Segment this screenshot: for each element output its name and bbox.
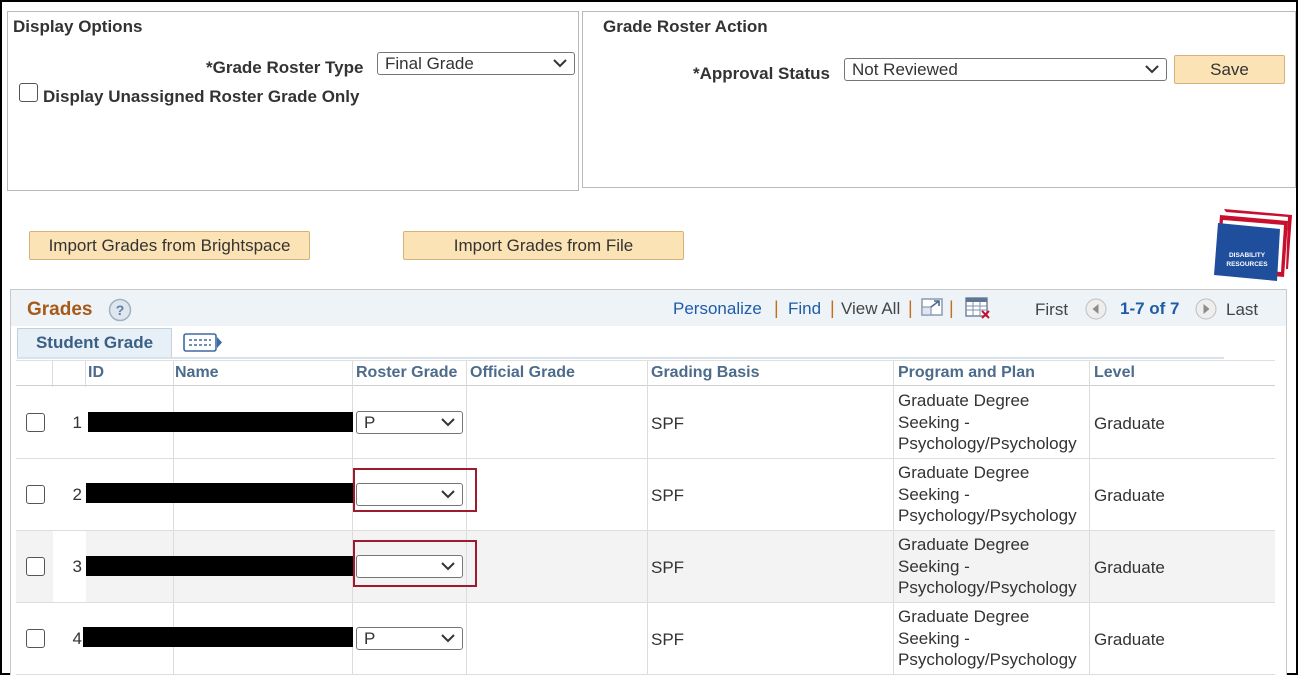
- tab-divider: [17, 357, 1224, 359]
- disability-resources-logo[interactable]: DISABILITY RESOURCES: [1214, 209, 1292, 283]
- row-number-cell: 4: [53, 603, 86, 674]
- first-label[interactable]: First: [1035, 300, 1068, 320]
- table-row: 2 SPF Graduate Degree Seeking - Psychology…: [16, 459, 1275, 531]
- tab-student-grade[interactable]: Student Grade: [17, 328, 172, 358]
- show-all-columns-icon[interactable]: [183, 333, 223, 353]
- chevron-down-icon: [441, 418, 455, 427]
- level: Graduate: [1094, 558, 1165, 577]
- row-select-checkbox[interactable]: [26, 485, 45, 504]
- roster-grade-value: P: [364, 413, 376, 432]
- zoom-icon[interactable]: [921, 298, 945, 318]
- approval-status-label: *Approval Status: [693, 64, 830, 83]
- grading-basis: SPF: [651, 486, 685, 505]
- program-plan: Graduate Degree Seeking - Psychology/Psych…: [898, 607, 1077, 669]
- grading-basis: SPF: [651, 630, 685, 649]
- row-select-checkbox[interactable]: [26, 413, 45, 432]
- redacted-id-name: [88, 412, 353, 432]
- redacted-id-name: [83, 627, 353, 647]
- view-all-link[interactable]: View All: [841, 299, 900, 319]
- find-link[interactable]: Find: [788, 299, 821, 319]
- grade-roster-type-select[interactable]: Final Grade: [377, 52, 575, 75]
- svg-text:?: ?: [116, 302, 125, 318]
- grade-roster-type-label: *Grade Roster Type: [206, 58, 364, 77]
- grades-title: Grades: [27, 299, 93, 320]
- unassigned-only-label: Display Unassigned Roster Grade Only: [43, 87, 360, 106]
- table-row: 1 P SPF Graduate Degree Seeking - Psycholo…: [16, 387, 1275, 459]
- toolbar-separator: |: [774, 298, 779, 318]
- row-number: 1: [72, 413, 82, 432]
- row-number-cell: 2: [53, 459, 86, 530]
- toolbar-separator: |: [908, 298, 913, 318]
- chevron-down-icon: [1145, 65, 1159, 74]
- row-select-checkbox[interactable]: [26, 557, 45, 576]
- row-number: 2: [72, 485, 82, 504]
- program-plan: Graduate Degree Seeking - Psychology/Psych…: [898, 463, 1077, 525]
- row-number: 4: [72, 629, 82, 648]
- help-icon[interactable]: ?: [108, 298, 132, 322]
- grid-header-row: ID Name Roster Grade Official Grade Grad…: [16, 360, 1275, 387]
- previous-page-icon[interactable]: [1085, 298, 1107, 320]
- next-page-icon[interactable]: [1195, 298, 1217, 320]
- last-label[interactable]: Last: [1226, 300, 1258, 320]
- roster-grade-select[interactable]: [356, 555, 463, 578]
- level: Graduate: [1094, 414, 1165, 433]
- column-header-official-grade[interactable]: Official Grade: [470, 364, 575, 382]
- display-options-panel: Display Options *Grade Roster Type Final…: [7, 11, 579, 191]
- column-header-program-plan[interactable]: Program and Plan: [898, 364, 1035, 382]
- row-number-cell: 3: [53, 531, 86, 602]
- chevron-down-icon: [441, 490, 455, 499]
- roster-grade-select[interactable]: P: [356, 411, 463, 434]
- chevron-down-icon: [441, 634, 455, 643]
- logo-text-line1: DISABILITY: [1229, 252, 1266, 259]
- roster-grade-value: P: [364, 629, 376, 648]
- grades-header: Grades ? Personalize | Find | View All |…: [11, 290, 1286, 326]
- grade-roster-action-title: Grade Roster Action: [603, 17, 768, 36]
- redacted-id-name: [86, 556, 353, 576]
- column-header-grading-basis[interactable]: Grading Basis: [651, 364, 759, 382]
- column-header-name[interactable]: Name: [175, 364, 219, 382]
- save-button[interactable]: Save: [1174, 55, 1285, 84]
- roster-grade-select[interactable]: P: [356, 627, 463, 650]
- download-spreadsheet-icon[interactable]: [965, 297, 991, 319]
- level: Graduate: [1094, 630, 1165, 649]
- row-number-cell: 1: [53, 387, 86, 458]
- column-header-level[interactable]: Level: [1094, 364, 1135, 382]
- logo-text-line2: RESOURCES: [1226, 261, 1268, 268]
- level: Graduate: [1094, 486, 1165, 505]
- grade-roster-type-value: Final Grade: [385, 54, 474, 73]
- chevron-down-icon: [553, 59, 567, 68]
- chevron-down-icon: [441, 562, 455, 571]
- approval-status-select[interactable]: Not Reviewed: [844, 58, 1167, 81]
- toolbar-separator: |: [830, 298, 835, 318]
- unassigned-only-checkbox[interactable]: [19, 83, 38, 102]
- table-row: 3 SPF Graduate Degree Seeking - Psychology…: [16, 531, 1275, 603]
- redacted-id-name: [86, 483, 353, 503]
- grading-basis: SPF: [651, 558, 685, 577]
- toolbar-separator: |: [949, 298, 954, 318]
- grading-basis: SPF: [651, 414, 685, 433]
- column-header-roster-grade[interactable]: Roster Grade: [356, 364, 457, 382]
- display-options-title: Display Options: [13, 17, 143, 36]
- approval-status-value: Not Reviewed: [852, 60, 958, 79]
- import-brightspace-button[interactable]: Import Grades from Brightspace: [29, 231, 310, 260]
- column-header-id[interactable]: ID: [88, 364, 104, 382]
- row-select-checkbox[interactable]: [26, 629, 45, 648]
- personalize-link[interactable]: Personalize: [673, 299, 762, 319]
- roster-grade-select[interactable]: [356, 483, 463, 506]
- page-range: 1-7 of 7: [1120, 299, 1180, 318]
- program-plan: Graduate Degree Seeking - Psychology/Psych…: [898, 391, 1077, 453]
- grades-grid: Grades ? Personalize | Find | View All |…: [10, 289, 1287, 675]
- import-file-button[interactable]: Import Grades from File: [403, 231, 684, 260]
- row-number: 3: [72, 557, 82, 576]
- table-row: 4 P SPF Graduate Degree Seeking - Psycholo…: [16, 603, 1275, 675]
- grade-roster-action-panel: Grade Roster Action *Approval Status Not…: [582, 11, 1296, 188]
- program-plan: Graduate Degree Seeking - Psychology/Psych…: [898, 535, 1077, 597]
